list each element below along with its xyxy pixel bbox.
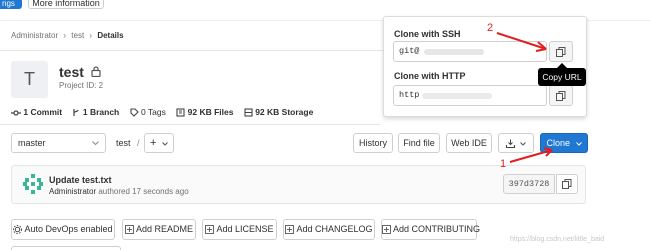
user-avatar-identicon [22, 173, 44, 195]
annotation-number-1: 1 [500, 158, 507, 170]
add-contributing-button[interactable]: Add CONTRIBUTING [381, 219, 481, 240]
partial-button-below[interactable] [11, 246, 121, 250]
plus-square-icon [205, 225, 215, 235]
commit-icon [11, 110, 21, 116]
tab-settings-label: ngs [2, 0, 15, 8]
watermark-text: https://blog.csdn.net/little_baid [510, 236, 605, 243]
more-information-label: More information [32, 0, 100, 8]
web-ide-button[interactable]: Web IDE [446, 133, 492, 153]
commit-meta: Administrator authored 17 seconds ago [49, 187, 189, 196]
tag-icon [130, 108, 139, 118]
clone-button[interactable]: Clone [540, 133, 588, 153]
clone-http-url-field[interactable]: http [393, 85, 547, 106]
tooltip-arrow [557, 63, 567, 68]
breadcrumb-details[interactable]: Details [97, 31, 123, 40]
project-name: test [59, 64, 84, 80]
storage-stat[interactable]: 92 KB Storage [244, 107, 313, 117]
web-ide-label: Web IDE [451, 138, 487, 148]
chevron-down-icon [575, 142, 582, 146]
commit-time: authored 17 seconds ago [98, 187, 189, 196]
add-readme-label: Add README [135, 224, 194, 234]
commit-author[interactable]: Administrator [49, 187, 96, 196]
lock-icon [91, 66, 101, 78]
storage-label: 92 KB Storage [255, 107, 314, 117]
auto-devops-button[interactable]: Auto DevOps enabled [11, 219, 115, 240]
copy-icon [556, 47, 566, 57]
more-information-button[interactable]: More information [28, 0, 104, 9]
blurred-url-text [422, 93, 492, 99]
breadcrumb: Administrator › test › Details [11, 31, 124, 40]
breadcrumb-divider [0, 50, 385, 51]
stats-divider [0, 124, 380, 125]
add-changelog-label: Add CHANGELOG [296, 224, 373, 234]
clone-ssh-title: Clone with SSH [394, 29, 461, 39]
commit-title[interactable]: Update test.txt [49, 175, 112, 185]
breadcrumb-separator: › [63, 31, 67, 40]
branch-selector[interactable]: master [11, 133, 106, 153]
commit-sha[interactable]: 397d3728 [503, 174, 555, 194]
tab-settings[interactable]: ngs [0, 0, 22, 9]
breadcrumb-test[interactable]: test [71, 31, 84, 40]
breadcrumb-administrator[interactable]: Administrator [11, 31, 58, 40]
project-id: Project ID: 2 [59, 81, 104, 90]
clone-ssh-url-value: git@ [399, 46, 420, 56]
plus-square-icon [124, 225, 134, 235]
stats-bar: 1 Commit 1 Branch 0 Tags 92 KB Files 92 … [11, 107, 313, 118]
history-button[interactable]: History [353, 133, 393, 153]
commits-stat[interactable]: 1 Commit [11, 107, 64, 117]
branches-label: 1 Branch [82, 107, 120, 117]
clone-ssh-url-field[interactable]: git@ [393, 41, 547, 62]
chevron-down-icon [520, 142, 527, 146]
blurred-url-text [424, 49, 484, 55]
add-contributing-label: Add CONTRIBUTING [393, 224, 481, 234]
clone-http-url-value: http [399, 90, 420, 100]
copy-icon [556, 91, 566, 101]
plus-square-icon [382, 225, 391, 235]
copy-icon [562, 179, 572, 189]
auto-devops-label: Auto DevOps enabled [24, 224, 113, 234]
repo-path-name[interactable]: test [116, 138, 131, 148]
find-file-label: Find file [403, 138, 435, 148]
storage-icon [244, 108, 253, 117]
clone-label: Clone [546, 138, 570, 148]
add-license-button[interactable]: Add LICENSE [202, 219, 277, 240]
add-to-tree-button[interactable]: + [144, 133, 174, 153]
files-icon [176, 108, 185, 117]
copy-sha-button[interactable] [556, 174, 578, 194]
download-icon [505, 139, 515, 149]
tags-label: 0 Tags [140, 107, 166, 117]
project-avatar: T [11, 61, 48, 98]
files-label: 92 KB Files [187, 107, 234, 117]
branch-name: master [18, 138, 46, 148]
repo-path: test / [116, 138, 140, 148]
commits-label: 1 Commit [23, 107, 63, 117]
copy-url-tooltip: Copy URL [538, 68, 586, 86]
chevron-down-icon [162, 142, 168, 146]
files-stat[interactable]: 92 KB Files [176, 107, 236, 117]
add-license-label: Add LICENSE [216, 224, 274, 234]
add-readme-button[interactable]: Add README [122, 219, 196, 240]
find-file-button[interactable]: Find file [398, 133, 440, 153]
copy-http-url-button[interactable] [549, 85, 573, 106]
chevron-down-icon [92, 141, 99, 146]
history-label: History [358, 138, 387, 148]
tags-stat[interactable]: 0 Tags [130, 107, 169, 118]
add-changelog-button[interactable]: Add CHANGELOG [283, 219, 375, 240]
breadcrumb-separator: › [89, 31, 93, 40]
copy-url-tooltip-text: Copy URL [542, 72, 582, 82]
project-avatar-letter: T [24, 69, 35, 89]
annotation-number-2: 2 [487, 22, 494, 34]
repo-path-separator: / [137, 138, 140, 148]
clone-http-title: Clone with HTTP [394, 71, 466, 81]
download-button[interactable] [498, 133, 534, 153]
branches-stat[interactable]: 1 Branch [72, 107, 121, 117]
branch-icon [73, 109, 80, 117]
gear-icon [13, 225, 23, 235]
plus-icon: + [150, 137, 157, 149]
plus-square-icon [285, 225, 295, 235]
project-title: test [59, 64, 101, 80]
copy-ssh-url-button[interactable] [549, 41, 573, 62]
